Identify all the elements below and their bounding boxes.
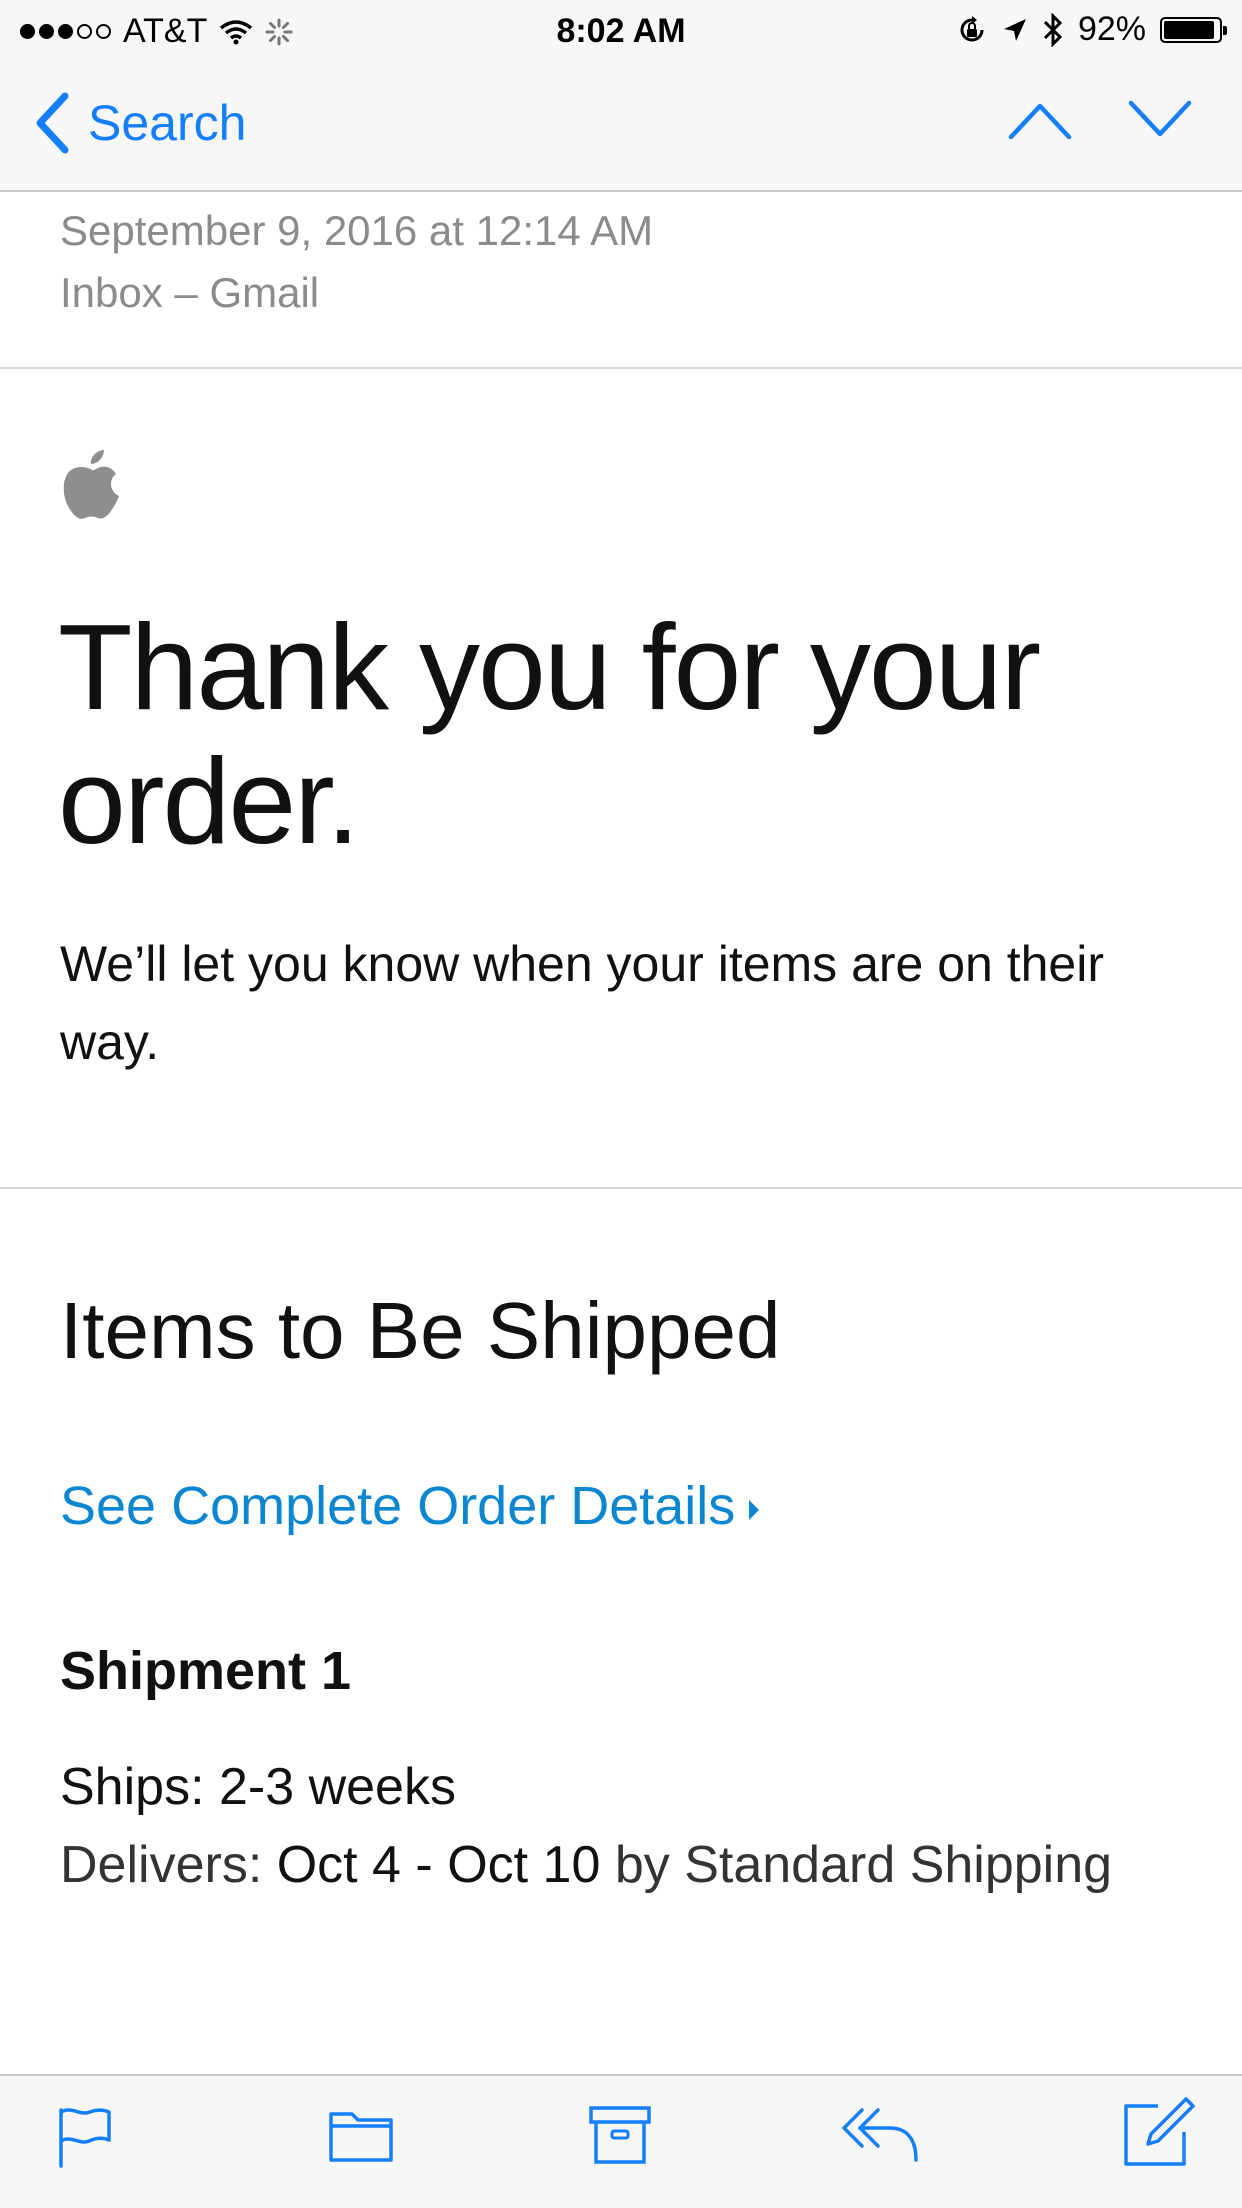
navigation-bar: Search (0, 62, 1242, 192)
orientation-lock-icon (960, 15, 984, 41)
delivers-row: Delivers: Oct 4 - Oct 10 by Standard Shi… (60, 1826, 1160, 1904)
delivers-value: Oct 4 - Oct 10 (276, 1836, 601, 1894)
battery-icon (1160, 16, 1227, 43)
message-date: September 9, 2016 at 12:14 AM (60, 207, 654, 254)
bluetooth-icon (1043, 12, 1063, 47)
folder-icon[interactable] (328, 2104, 394, 2164)
chevron-left-icon (36, 92, 69, 154)
battery-fill (1164, 20, 1214, 39)
message-navigation (1008, 100, 1192, 140)
bottom-toolbar (0, 2074, 1242, 2208)
shipment-heading: Shipment 1 (60, 1641, 352, 1701)
status-bar: AT&T 8:02 AM 92% (0, 0, 1242, 62)
items-to-ship-heading: Items to Be Shipped (60, 1286, 781, 1375)
chevron-down-icon[interactable] (1128, 100, 1192, 140)
chevron-up-icon[interactable] (1008, 100, 1072, 140)
caret-right-icon (749, 1500, 760, 1520)
thank-you-subtitle: We’ll let you know when your items are o… (60, 936, 1104, 1070)
delivers-method: by Standard Shipping (614, 1836, 1113, 1894)
order-details-link-label: See Complete Order Details (60, 1476, 736, 1536)
location-arrow-icon (1003, 18, 1026, 41)
shipment-details: Ships: 2-3 weeks Delivers: Oct 4 - Oct 1… (60, 1748, 1160, 1904)
ships-label: Ships: (60, 1758, 205, 1816)
compose-icon[interactable] (1122, 2096, 1196, 2168)
apple-logo-icon (63, 450, 119, 519)
section-divider (0, 1187, 1242, 1189)
thank-you-heading: Thank you for your order. (58, 599, 1041, 869)
archive-icon[interactable] (588, 2104, 652, 2166)
status-right: 92% (956, 10, 1227, 49)
header-divider (0, 367, 1242, 369)
reply-icon[interactable] (840, 2104, 920, 2164)
ships-value: 2-3 weeks (218, 1758, 456, 1816)
message-mailbox: Inbox – Gmail (60, 269, 320, 316)
order-details-link[interactable]: See Complete Order Details (60, 1475, 760, 1537)
back-button-label: Search (88, 95, 247, 151)
back-to-search-button[interactable]: Search (34, 92, 246, 154)
message-meta: September 9, 2016 at 12:14 AM Inbox – Gm… (60, 200, 653, 324)
ships-row: Ships: 2-3 weeks (60, 1748, 1160, 1826)
battery-percent: 92% (1077, 10, 1146, 48)
delivers-label: Delivers: (60, 1836, 263, 1894)
flag-icon[interactable] (56, 2104, 114, 2168)
